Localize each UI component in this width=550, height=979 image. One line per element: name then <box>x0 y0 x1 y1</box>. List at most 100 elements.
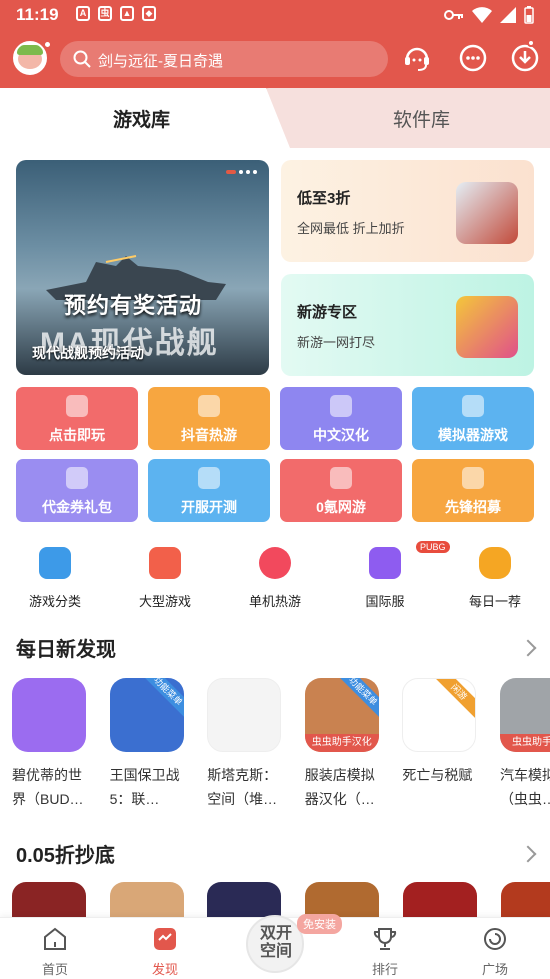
planet-icon: PUBG <box>369 541 450 579</box>
category-button[interactable]: 0氪网游 <box>280 459 402 522</box>
trophy-icon <box>373 928 397 950</box>
nav-home[interactable]: 首页 <box>15 926 95 978</box>
nav-plaza-label: 广场 <box>481 962 508 977</box>
featured-banner[interactable]: 预约有奖活动 MA现代战舰 现代战舰预约活动 <box>16 160 269 375</box>
nav-ranking[interactable]: 排行 <box>345 926 425 978</box>
notification-icons: A 虫 ▲ ◆ <box>76 6 156 21</box>
customer-service-icon[interactable] <box>402 43 432 73</box>
category-icon <box>198 467 220 489</box>
search-bar[interactable]: 剑与远征-夏日奇遇 <box>60 41 388 77</box>
category-button[interactable]: 抖音热游 <box>148 387 270 450</box>
category-button[interactable]: 开服开测 <box>148 459 270 522</box>
app-notification-icon: A <box>76 6 90 21</box>
search-icon <box>73 50 91 68</box>
banner-caption: 现代战舰预约活动 <box>32 345 144 361</box>
app-screen: 11:19 A 虫 ▲ ◆ 剑与远征-夏日奇遇 游戏库 软件库 预约有奖活动 M… <box>0 0 550 979</box>
game-tag: 功能菜单 <box>336 678 379 718</box>
shield-notification-icon: ◆ <box>142 6 156 21</box>
quick-link[interactable]: 大型游戏 <box>120 543 210 613</box>
game-bottom-label: 虫虫助手汉 <box>500 734 550 752</box>
quick-link[interactable]: 游戏分类 <box>10 543 100 613</box>
quick-link[interactable]: 每日一荐 <box>450 543 540 613</box>
category-label: 先锋招募 <box>445 499 501 515</box>
discount-promo-image <box>456 182 518 244</box>
discount-promo-card[interactable]: 低至3折 全网最低 折上加折 <box>281 160 534 262</box>
new-games-promo-card[interactable]: 新游专区 新游一网打尽 <box>281 274 534 376</box>
system-icons <box>444 6 534 24</box>
avatar-hair <box>17 45 43 55</box>
banner-promo-text: 预约有奖活动 <box>64 293 203 318</box>
message-icon[interactable] <box>458 43 488 73</box>
new-games-promo-subtitle: 新游一网打尽 <box>297 335 376 350</box>
battery-icon <box>524 6 534 24</box>
quick-link-label: 大型游戏 <box>138 594 191 609</box>
daily-discovery-title: 每日新发现 <box>16 639 116 661</box>
category-label: 抖音热游 <box>181 427 237 443</box>
category-label: 模拟器游戏 <box>438 427 508 443</box>
nav-discover[interactable]: 发现 <box>125 926 205 978</box>
category-button[interactable]: 点击即玩 <box>16 387 138 450</box>
category-icon <box>462 395 484 417</box>
category-icon <box>330 395 352 417</box>
category-label: 点击即玩 <box>49 427 105 443</box>
game-icon <box>12 678 86 752</box>
nav-ranking-label: 排行 <box>371 962 398 977</box>
quick-link[interactable]: PUBG 国际服 <box>340 541 450 613</box>
discount-game-thumb[interactable] <box>501 882 550 922</box>
download-notification-dot <box>527 39 535 47</box>
wifi-icon <box>472 7 492 23</box>
category-button[interactable]: 中文汉化 <box>280 387 402 450</box>
discount-promo-title: 低至3折 <box>297 190 351 207</box>
category-button[interactable]: 模拟器游戏 <box>412 387 534 450</box>
game-name: 碧优蒂的世界（BUD… <box>12 767 84 807</box>
quick-link-label: 单机热游 <box>248 594 301 609</box>
category-label: 0氪网游 <box>316 499 366 515</box>
discount-game-thumb[interactable] <box>110 882 184 922</box>
daily-discovery-more-icon[interactable] <box>519 639 537 657</box>
quick-link[interactable]: 单机热游 <box>230 543 320 613</box>
nav-plaza[interactable]: 广场 <box>455 926 535 978</box>
category-icon <box>462 467 484 489</box>
quick-link-label: 每日一荐 <box>468 594 521 609</box>
game-name: 斯塔克斯：空间（堆… <box>207 767 278 807</box>
quick-links: 游戏分类 大型游戏 单机热游 PUBG 国际服 每日一荐 <box>0 541 550 613</box>
status-time: 11:19 <box>16 5 59 24</box>
nav-home-label: 首页 <box>41 962 68 977</box>
cat-notification-icon: ▲ <box>120 6 134 21</box>
large-game-icon <box>149 547 181 579</box>
bottom-navigation: 首页 发现 双开空间 免安装 排行 广场 <box>0 914 550 979</box>
carousel-indicator <box>226 170 257 174</box>
game-icon: 功能菜单 <box>109 678 184 752</box>
discount-section-title: 0.05折抄底 <box>16 845 115 867</box>
install-free-badge: 免安装 <box>297 914 342 934</box>
avatar-notification-dot <box>43 40 52 49</box>
quick-link-label: 国际服 <box>365 594 405 609</box>
discount-game-thumb[interactable] <box>403 882 477 922</box>
game-name: 服装店模拟器汉化（… <box>304 767 375 807</box>
dual-space-label: 双开空间 <box>259 925 292 960</box>
category-button[interactable]: 先锋招募 <box>412 459 534 522</box>
game-tag: 闲游 <box>433 679 476 719</box>
game-name: 汽车模拟化（虫虫… <box>500 767 550 807</box>
plaza-icon <box>484 928 506 950</box>
dual-space-button[interactable]: 双开空间 <box>246 915 304 973</box>
tab-game-library-label[interactable]: 游戏库 <box>113 105 170 132</box>
status-bar: 11:19 A 虫 ▲ ◆ <box>0 0 550 30</box>
category-icon <box>198 395 220 417</box>
category-button[interactable]: 代金券礼包 <box>16 459 138 522</box>
category-icon <box>330 467 352 489</box>
search-placeholder: 剑与远征-夏日奇遇 <box>98 53 223 70</box>
download-icon[interactable] <box>510 43 540 73</box>
daily-game-row: 碧优蒂的世界（BUD… 功能菜单 王国保卫战5：联… 斯塔克斯：空间（堆… 功能菜单 虫虫… <box>0 678 550 818</box>
discount-section-more-icon[interactable] <box>519 845 537 863</box>
quick-link-badge: PUBG <box>416 541 450 553</box>
nav-discover-label: 发现 <box>151 962 178 977</box>
discover-icon <box>154 928 176 950</box>
game-bottom-label: 虫虫助手汉化 <box>304 734 379 752</box>
tab-software-library-label[interactable]: 软件库 <box>393 105 450 132</box>
avatar[interactable] <box>13 41 47 75</box>
category-icon <box>39 547 71 579</box>
discount-game-thumb[interactable] <box>12 882 86 922</box>
category-label: 中文汉化 <box>313 427 369 443</box>
game-icon: 虫虫助手汉 <box>500 678 550 752</box>
